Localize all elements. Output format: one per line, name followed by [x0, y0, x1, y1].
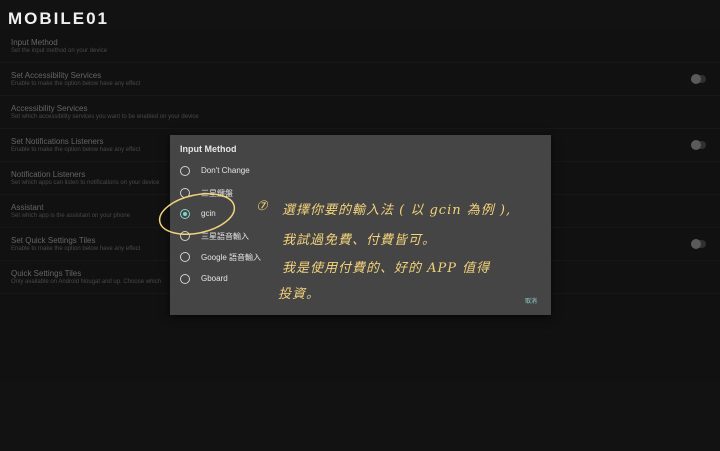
dialog-title: Input Method — [180, 144, 237, 154]
annotation-line-4: 投資。 — [278, 287, 321, 302]
option-label: Don't Change — [201, 166, 250, 175]
annotation-line-3: 我是使用付費的、好的 APP 值得 — [282, 261, 491, 276]
option-label: 三星語音輸入 — [201, 231, 249, 241]
cancel-button[interactable]: 取消 — [525, 296, 537, 305]
option-label: 三星鍵盤 — [201, 188, 233, 198]
annotation-number: ⑦ — [256, 199, 269, 214]
radio-unselected-icon[interactable] — [180, 166, 190, 176]
input-method-dialog: Input Method Don't Change 三星鍵盤 gcin 三星語音輸入 G… — [170, 135, 551, 315]
mobile01-logo: MOBILE01 — [8, 9, 109, 28]
logo-text: MOBILE01 — [8, 9, 109, 28]
option-label: gcin — [201, 209, 216, 219]
annotation-line-1: 選擇你要的輸入法 ( 以 gcin 為例 ), — [282, 203, 512, 218]
input-method-option[interactable]: Don't Change — [180, 162, 350, 182]
top-bar: MOBILE01 — [0, 0, 720, 30]
radio-unselected-icon[interactable] — [180, 187, 190, 198]
annotation-line-2: 我試過免費、付費皆可。 — [282, 233, 437, 248]
radio-unselected-icon[interactable] — [180, 230, 190, 241]
option-label: Gboard — [201, 274, 228, 283]
radio-selected-icon[interactable] — [180, 209, 190, 220]
radio-unselected-icon[interactable] — [180, 252, 190, 263]
radio-unselected-icon[interactable] — [180, 274, 190, 284]
option-label: Google 語音輸入 — [201, 253, 262, 263]
